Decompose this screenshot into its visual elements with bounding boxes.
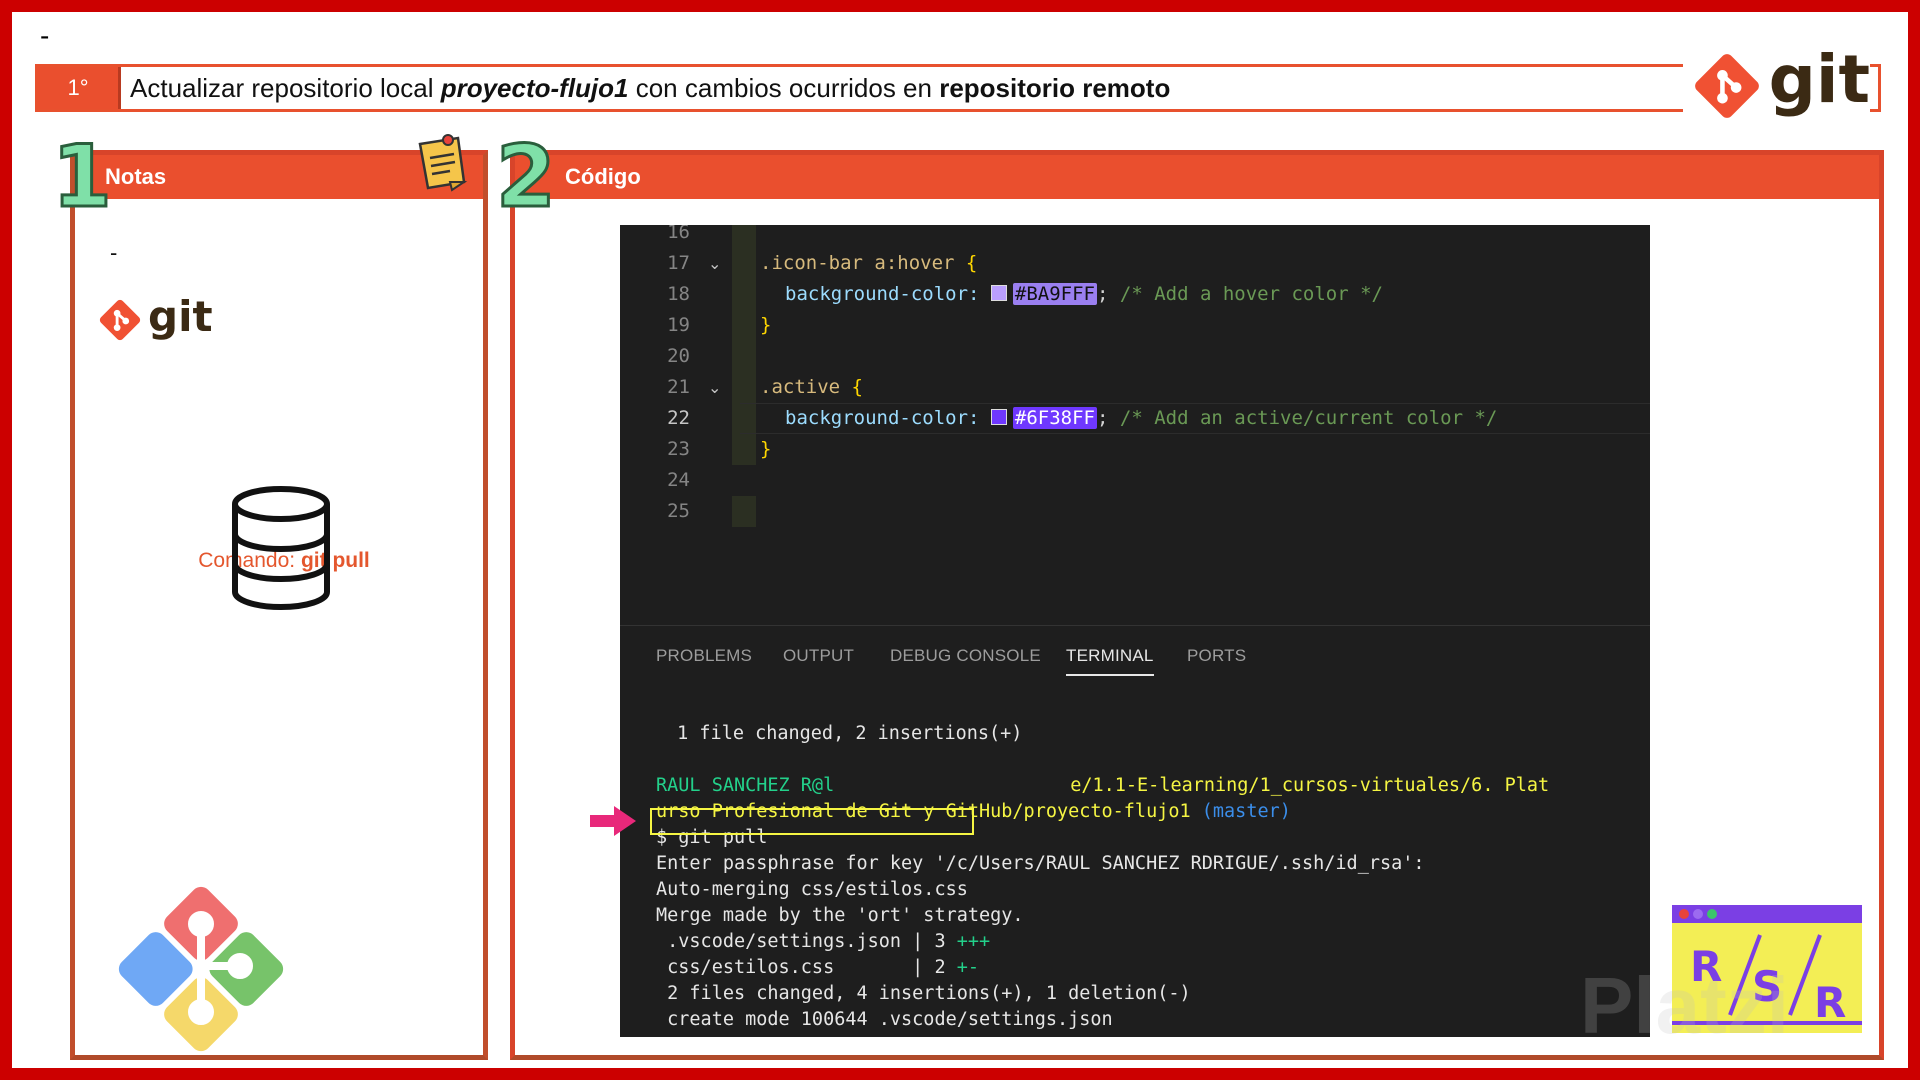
- panel-number-1: 1: [51, 127, 114, 227]
- title-bar: 1° Actualizar repositorio local proyecto…: [35, 64, 1881, 112]
- semicolon: ;: [1096, 283, 1109, 305]
- title-text-2: con cambios ocurridos en: [628, 73, 940, 103]
- code-line-22: background-color: #6F38FF; /* Add an act…: [785, 403, 1497, 434]
- color-value: #6F38FF: [1012, 407, 1097, 429]
- git-wordmark: git: [148, 291, 213, 341]
- color-swatch[interactable]: [990, 409, 1007, 425]
- chevron-down-icon[interactable]: ⌄: [708, 372, 721, 403]
- open-brace: {: [965, 252, 978, 274]
- terminal-line: 2 files changed, 4 insertions(+), 1 dele…: [656, 983, 1191, 1004]
- diffstat-file: css/estilos.css | 2: [656, 957, 957, 978]
- fold-toggle[interactable]: ⌄: [620, 248, 730, 279]
- tab-debug-console[interactable]: DEBUG CONSOLE: [890, 646, 1041, 666]
- pointer-arrow-icon: [590, 806, 636, 836]
- git-wordmark: git: [1768, 40, 1870, 118]
- git-mosaic-logo: [118, 886, 284, 1052]
- terminal-output[interactable]: 1 file changed, 2 insertions(+) RAUL SANC…: [656, 695, 1650, 1033]
- css-selector: .icon-bar a:hover: [760, 252, 966, 274]
- semicolon: ;: [1096, 407, 1109, 429]
- diffstat-bar: +-: [956, 957, 980, 978]
- open-brace: {: [851, 376, 863, 398]
- line-number: 19: [667, 314, 690, 336]
- git-logo-notes: git: [96, 292, 213, 344]
- diffstat-file: .vscode/settings.json | 3: [656, 931, 957, 952]
- css-property: background-color:: [785, 283, 991, 305]
- terminal-line: Enter passphrase for key '/c/Users/RAUL …: [656, 853, 1425, 874]
- line-number: 16: [667, 225, 690, 243]
- prompt-path: e/1.1-E-learning/1_cursos-virtuales/6. P…: [1070, 775, 1550, 796]
- code-header: Código: [515, 155, 1879, 199]
- panel-tab-bar: PROBLEMS OUTPUT DEBUG CONSOLE TERMINAL P…: [620, 625, 1650, 676]
- git-logo-top: git: [1682, 41, 1870, 124]
- color-value: #BA9FFF: [1012, 283, 1097, 305]
- platzi-watermark: Platzi: [1580, 960, 1789, 1052]
- line-number: 20: [667, 345, 690, 367]
- watermark-text: Platzi: [1580, 961, 1789, 1050]
- git-diamond-icon: [1694, 54, 1759, 118]
- code-title: Código: [565, 164, 641, 189]
- git-branch: (master): [1190, 801, 1291, 822]
- terminal-line: create mode 100644 .vscode/settings.json: [656, 1009, 1113, 1030]
- slide-title: Actualizar repositorio local proyecto-fl…: [130, 73, 1170, 104]
- notes-title: Notas: [105, 164, 167, 189]
- code-line-17: .icon-bar a:hover {: [760, 248, 977, 279]
- code-line-21: .active {: [760, 372, 863, 403]
- title-text-1: Actualizar repositorio local: [130, 73, 441, 103]
- terminal-line: .vscode/settings.json | 3 +++: [656, 929, 1650, 955]
- color-swatch[interactable]: [990, 285, 1007, 301]
- code-line-18: background-color: #BA9FFF; /* Add a hove…: [785, 279, 1383, 310]
- code-comment: /* Add a hover color */: [1108, 283, 1383, 305]
- code-comment: /* Add an active/current color */: [1108, 407, 1498, 429]
- code-line-23: }: [760, 434, 771, 465]
- command-highlight-box: [650, 808, 974, 835]
- chevron-down-icon[interactable]: ⌄: [708, 248, 721, 279]
- indent-guide: [732, 496, 756, 527]
- badge-letter: R: [1814, 978, 1846, 1027]
- title-repo: proyecto-flujo1: [440, 73, 629, 103]
- close-brace: }: [760, 438, 772, 460]
- close-brace: }: [760, 314, 772, 336]
- fold-toggle[interactable]: ⌄: [620, 372, 730, 403]
- line-number: 23: [667, 438, 690, 460]
- css-property: background-color:: [785, 407, 991, 429]
- terminal-line: css/estilos.css | 2 +-: [656, 955, 1650, 981]
- tab-problems[interactable]: PROBLEMS: [656, 646, 752, 666]
- line-number: 24: [667, 469, 690, 491]
- tab-terminal[interactable]: TERMINAL: [1066, 646, 1154, 676]
- diffstat-bar: +++: [956, 931, 991, 952]
- tab-ports[interactable]: PORTS: [1187, 646, 1246, 666]
- code-line-19: }: [760, 310, 771, 341]
- prompt-user: RAUL SANCHEZ R@l: [656, 775, 835, 796]
- code-editor[interactable]: 16 17 18 19 20 21 22 23 24 25 ⌄ ⌄ .icon-…: [620, 225, 1650, 625]
- terminal-line: Auto-merging css/estilos.css: [656, 879, 968, 900]
- terminal-line: 1 file changed, 2 insertions(+): [666, 723, 1023, 744]
- sticky-note-icon: [418, 134, 468, 192]
- line-number: 18: [667, 283, 690, 305]
- terminal-line: Merge made by the 'ort' strategy.: [656, 905, 1024, 926]
- panel-number-2: 2: [495, 127, 558, 227]
- git-diamond-icon: [99, 299, 141, 341]
- step-number: 1°: [38, 67, 121, 109]
- line-number: 25: [667, 500, 690, 522]
- top-dash: -: [40, 20, 50, 51]
- tab-output[interactable]: OUTPUT: [783, 646, 854, 666]
- notes-dash: -: [110, 240, 118, 265]
- title-remote: repositorio remoto: [939, 73, 1171, 103]
- vscode-window: 16 17 18 19 20 21 22 23 24 25 ⌄ ⌄ .icon-…: [620, 225, 1650, 1037]
- css-selector: .active: [760, 376, 852, 398]
- line-number: 22: [667, 407, 690, 429]
- database-icon: [232, 486, 330, 610]
- terminal-prompt-line: RAUL SANCHEZ R@l e/1.1-E-learning/1_curso…: [656, 773, 1650, 799]
